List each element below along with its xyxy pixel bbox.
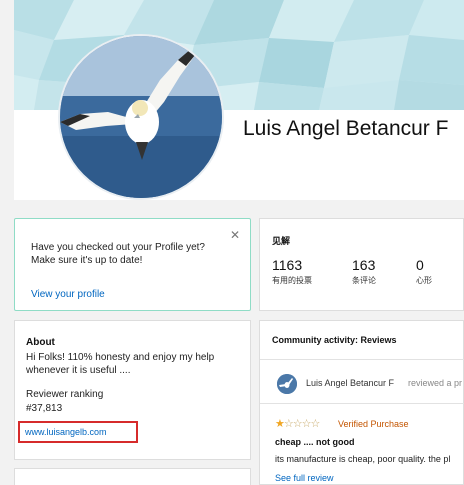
stat-label: 心形 [416,276,432,285]
about-title: About [26,337,55,348]
profile-name: Luis Angel Betancur F [243,117,449,140]
star-empty-icon: ☆☆☆☆ [283,418,320,430]
star-filled-icon: ★ [275,418,285,430]
albatross-thumb [277,374,297,394]
profile-avatar[interactable] [58,34,224,200]
about-text: Hi Folks! 110% honesty and enjoy my help… [26,352,215,376]
review-action: reviewed a pr [408,378,463,388]
profile-page: Luis Angel Betancur F Have you checked o… [0,0,464,485]
stat-reviews: 163 条评论 [352,257,376,286]
reviewer-ranking-label: Reviewer ranking [26,389,104,400]
albatross-photo [60,36,222,198]
stat-label: 有用的投票 [272,276,312,285]
divider [260,403,464,404]
community-title: Community activity: Reviews [272,335,397,345]
reviewer-avatar[interactable] [277,374,297,394]
about-card: About Hi Folks! 110% honesty and enjoy m… [14,320,251,460]
verified-purchase-badge: Verified Purchase [338,419,409,429]
divider [260,359,464,360]
close-icon[interactable]: ✕ [230,228,240,242]
community-activity-card: Community activity: Reviews Luis Angel B… [259,320,464,485]
review-title[interactable]: cheap .... not good [275,437,355,447]
profile-banner: Luis Angel Betancur F [14,0,464,200]
view-profile-link[interactable]: View your profile [31,289,105,300]
insights-card: 见解 1163 有用的投票 163 条评论 0 心形 [259,218,464,311]
review-body: its manufacture is cheap, poor quality. … [275,454,451,464]
insights-title: 见解 [272,236,291,246]
stat-value: 1163 [272,257,303,273]
reviewer-ranking-value: #37,813 [26,403,63,414]
notice-text: Have you checked out your Profile yet? M… [31,242,205,266]
stat-value: 0 [416,257,424,273]
stat-label: 条评论 [352,276,376,285]
stat-helpful-votes: 1163 有用的投票 [272,257,312,286]
stat-hearts: 0 心形 [416,257,432,286]
bottom-card [14,468,251,485]
profile-notice-card: Have you checked out your Profile yet? M… [14,218,251,311]
star-rating: ★☆☆☆☆ [275,417,320,430]
see-full-review-link[interactable]: See full review [275,473,334,483]
review-author[interactable]: Luis Angel Betancur F [306,378,394,388]
website-link[interactable]: www.luisangelb.com [25,427,107,437]
stat-value: 163 [352,257,376,273]
